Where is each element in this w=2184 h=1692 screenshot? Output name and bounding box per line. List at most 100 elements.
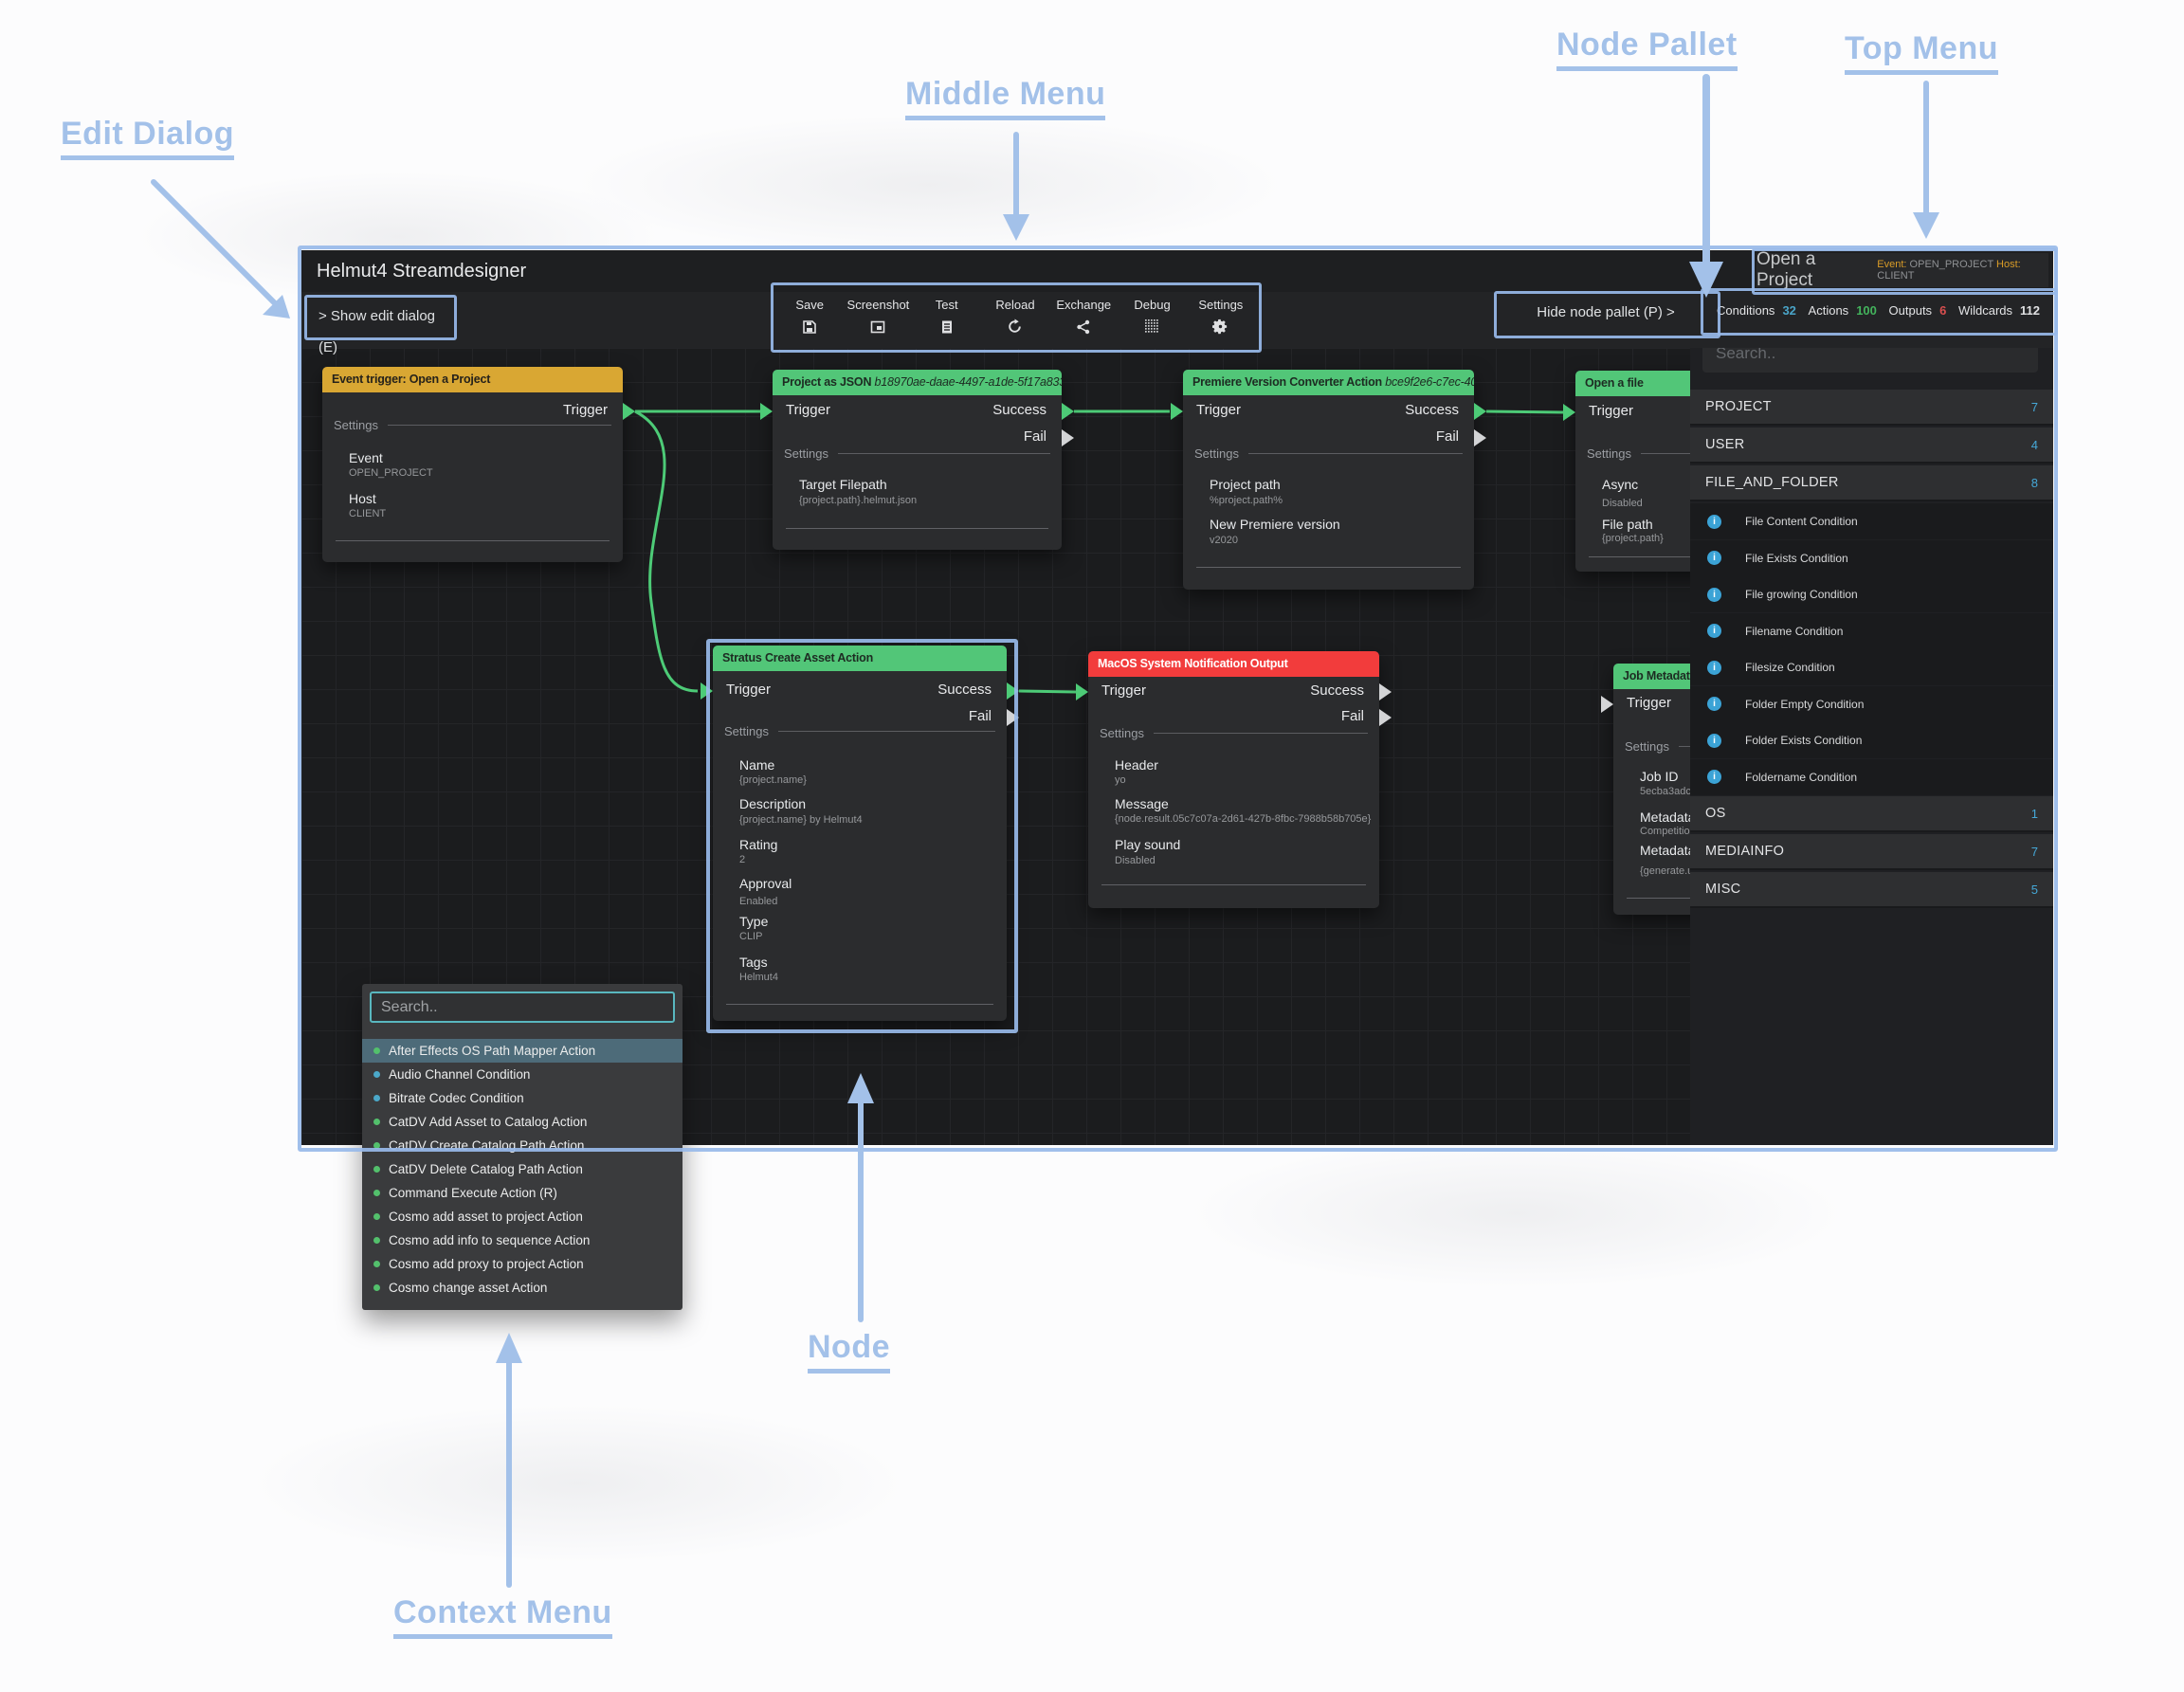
output-port-icon[interactable] <box>1062 403 1074 420</box>
node-premiere-version-converter[interactable]: Premiere Version Converter Action bce9f2… <box>1183 370 1474 590</box>
exchange-icon <box>1076 318 1091 335</box>
output-port-icon[interactable] <box>1062 429 1074 446</box>
setting-value: v2020 <box>1210 535 1238 546</box>
toolbar-debug-button[interactable]: Debug <box>1118 287 1186 345</box>
node-header[interactable]: Premiere Version Converter Action bce9f2… <box>1183 370 1474 395</box>
palette-item[interactable]: iFoldername Condition <box>1690 759 2053 795</box>
setting-name: Metadata <box>1640 843 1695 858</box>
node-footer-divider <box>726 1004 993 1005</box>
input-port-icon[interactable] <box>1171 403 1183 420</box>
stat-conditions: Conditions32 <box>1717 303 1796 318</box>
output-port-icon[interactable] <box>1007 709 1019 726</box>
stat-outputs: Outputs6 <box>1889 303 1947 318</box>
output-port-icon[interactable] <box>1007 682 1019 700</box>
annotation-node-pallet: Node Pallet <box>1556 27 1738 71</box>
page: Helmut4 Streamdesigner Open a Project Ev… <box>0 0 2184 1692</box>
toolbar-screenshot-button[interactable]: Screenshot <box>844 287 912 345</box>
input-port-icon[interactable] <box>760 403 773 420</box>
setting-value: {project.name} by Helmut4 <box>739 814 863 826</box>
test-icon <box>939 318 955 335</box>
setting-name: File path <box>1602 517 1653 532</box>
show-edit-dialog-button[interactable]: > Show edit dialog (E) <box>311 300 457 332</box>
setting-name: Tags <box>739 955 768 970</box>
top-menu[interactable]: Open a Project Event: OPEN_PROJECT Host:… <box>1756 253 2048 287</box>
info-icon[interactable]: i <box>1707 624 1721 638</box>
toolbar-exchange-button[interactable]: Exchange <box>1049 287 1118 345</box>
context-menu-item[interactable]: Cosmo change asset Action <box>362 1276 682 1300</box>
context-menu-item[interactable]: CatDV Create Catalog Path Action <box>362 1134 682 1157</box>
context-menu-search-input[interactable] <box>370 992 675 1023</box>
node-project-as-json[interactable]: Project as JSON b18970ae-daae-4497-a1de-… <box>773 370 1062 550</box>
context-menu-item[interactable]: After Effects OS Path Mapper Action <box>362 1039 682 1063</box>
toolbar-test-button[interactable]: Test <box>913 287 981 345</box>
output-port-label: Fail <box>1024 428 1046 445</box>
palette-category-misc[interactable]: MISC5 <box>1690 872 2053 908</box>
toolbar-reload-button[interactable]: Reload <box>981 287 1049 345</box>
palette-item[interactable]: iFolder Exists Condition <box>1690 722 2053 758</box>
palette-item[interactable]: iFile Content Condition <box>1690 503 2053 539</box>
toolbar-settings-button[interactable]: Settings <box>1187 287 1255 345</box>
info-icon[interactable]: i <box>1707 697 1721 711</box>
palette-item[interactable]: iFile Exists Condition <box>1690 540 2053 576</box>
output-port-icon[interactable] <box>623 403 635 420</box>
setting-name: Play sound <box>1115 837 1180 852</box>
node-macos-system-notification[interactable]: MacOS System Notification OutputTriggerS… <box>1088 651 1379 908</box>
output-port-icon[interactable] <box>1474 429 1486 446</box>
input-port-label: Trigger <box>1589 403 1633 419</box>
settings-icon <box>1212 318 1228 335</box>
info-icon[interactable]: i <box>1707 551 1721 565</box>
toolbar-save-button[interactable]: Save <box>775 287 844 345</box>
input-port-icon[interactable] <box>701 682 713 700</box>
info-icon[interactable]: i <box>1707 661 1721 675</box>
info-icon[interactable]: i <box>1707 588 1721 602</box>
input-port-icon[interactable] <box>1076 683 1088 700</box>
context-menu-item[interactable]: CatDV Delete Catalog Path Action <box>362 1157 682 1181</box>
middle-menu-toolbar: SaveScreenshotTestReloadExchangeDebugSet… <box>775 287 1255 345</box>
action-dot-icon <box>373 1119 380 1125</box>
context-menu-item[interactable]: Command Execute Action (R) <box>362 1181 682 1205</box>
input-port-icon[interactable] <box>1601 696 1613 713</box>
setting-value: {project.path} <box>1602 533 1664 544</box>
info-icon[interactable]: i <box>1707 734 1721 748</box>
palette-category-project[interactable]: PROJECT7 <box>1690 390 2053 426</box>
output-port-icon[interactable] <box>1474 403 1486 420</box>
node-footer-divider <box>1196 567 1461 568</box>
node-stratus-create-asset[interactable]: Stratus Create Asset ActionTriggerSucces… <box>713 646 1007 1021</box>
context-menu-item[interactable]: Bitrate Codec Condition <box>362 1086 682 1110</box>
palette-category-mediainfo[interactable]: MEDIAINFO7 <box>1690 834 2053 870</box>
palette-category-os[interactable]: OS1 <box>1690 796 2053 832</box>
context-menu-item[interactable]: Cosmo add proxy to project Action <box>362 1252 682 1276</box>
output-port-label: Success <box>992 402 1046 418</box>
annotation-middle-menu: Middle Menu <box>905 76 1105 120</box>
context-menu-item[interactable]: Cosmo add info to sequence Action <box>362 1228 682 1252</box>
palette-item[interactable]: iFilesize Condition <box>1690 649 2053 685</box>
output-port-icon[interactable] <box>1379 709 1392 726</box>
palette-category-file_and_folder[interactable]: FILE_AND_FOLDER8 <box>1690 465 2053 501</box>
palette-category-user[interactable]: USER4 <box>1690 428 2053 464</box>
setting-value: %project.path% <box>1210 495 1283 506</box>
setting-name: Name <box>739 757 774 773</box>
palette-item[interactable]: iFolder Empty Condition <box>1690 686 2053 722</box>
node-event-trigger-open-a-project[interactable]: Event trigger: Open a ProjectTriggerSett… <box>322 367 623 562</box>
context-menu-item[interactable]: Cosmo add asset to project Action <box>362 1205 682 1228</box>
node-header[interactable]: Stratus Create Asset Action <box>713 646 1007 671</box>
output-port-label: Trigger <box>563 402 608 418</box>
context-menu-item[interactable]: Audio Channel Condition <box>362 1063 682 1086</box>
action-dot-icon <box>373 1261 380 1267</box>
info-icon[interactable]: i <box>1707 770 1721 784</box>
node-header[interactable]: MacOS System Notification Output <box>1088 651 1379 677</box>
node-header[interactable]: Project as JSON b18970ae-daae-4497-a1de-… <box>773 370 1062 395</box>
info-icon[interactable]: i <box>1707 515 1721 529</box>
annotation-node: Node <box>808 1329 890 1374</box>
node-header[interactable]: Event trigger: Open a Project <box>322 367 623 392</box>
top-menu-stream-title[interactable]: Open a Project <box>1756 249 1868 291</box>
context-menu-item[interactable]: CatDV Add Asset to Catalog Action <box>362 1110 682 1134</box>
palette-item[interactable]: iFilename Condition <box>1690 613 2053 649</box>
setting-name: Approval <box>739 876 792 891</box>
palette-item[interactable]: iFile growing Condition <box>1690 576 2053 612</box>
output-port-label: Fail <box>1436 428 1459 445</box>
input-port-icon[interactable] <box>1563 404 1575 421</box>
output-port-label: Fail <box>1341 708 1364 724</box>
hide-node-pallet-button[interactable]: Hide node pallet (P) > <box>1500 297 1712 329</box>
output-port-icon[interactable] <box>1379 683 1392 700</box>
